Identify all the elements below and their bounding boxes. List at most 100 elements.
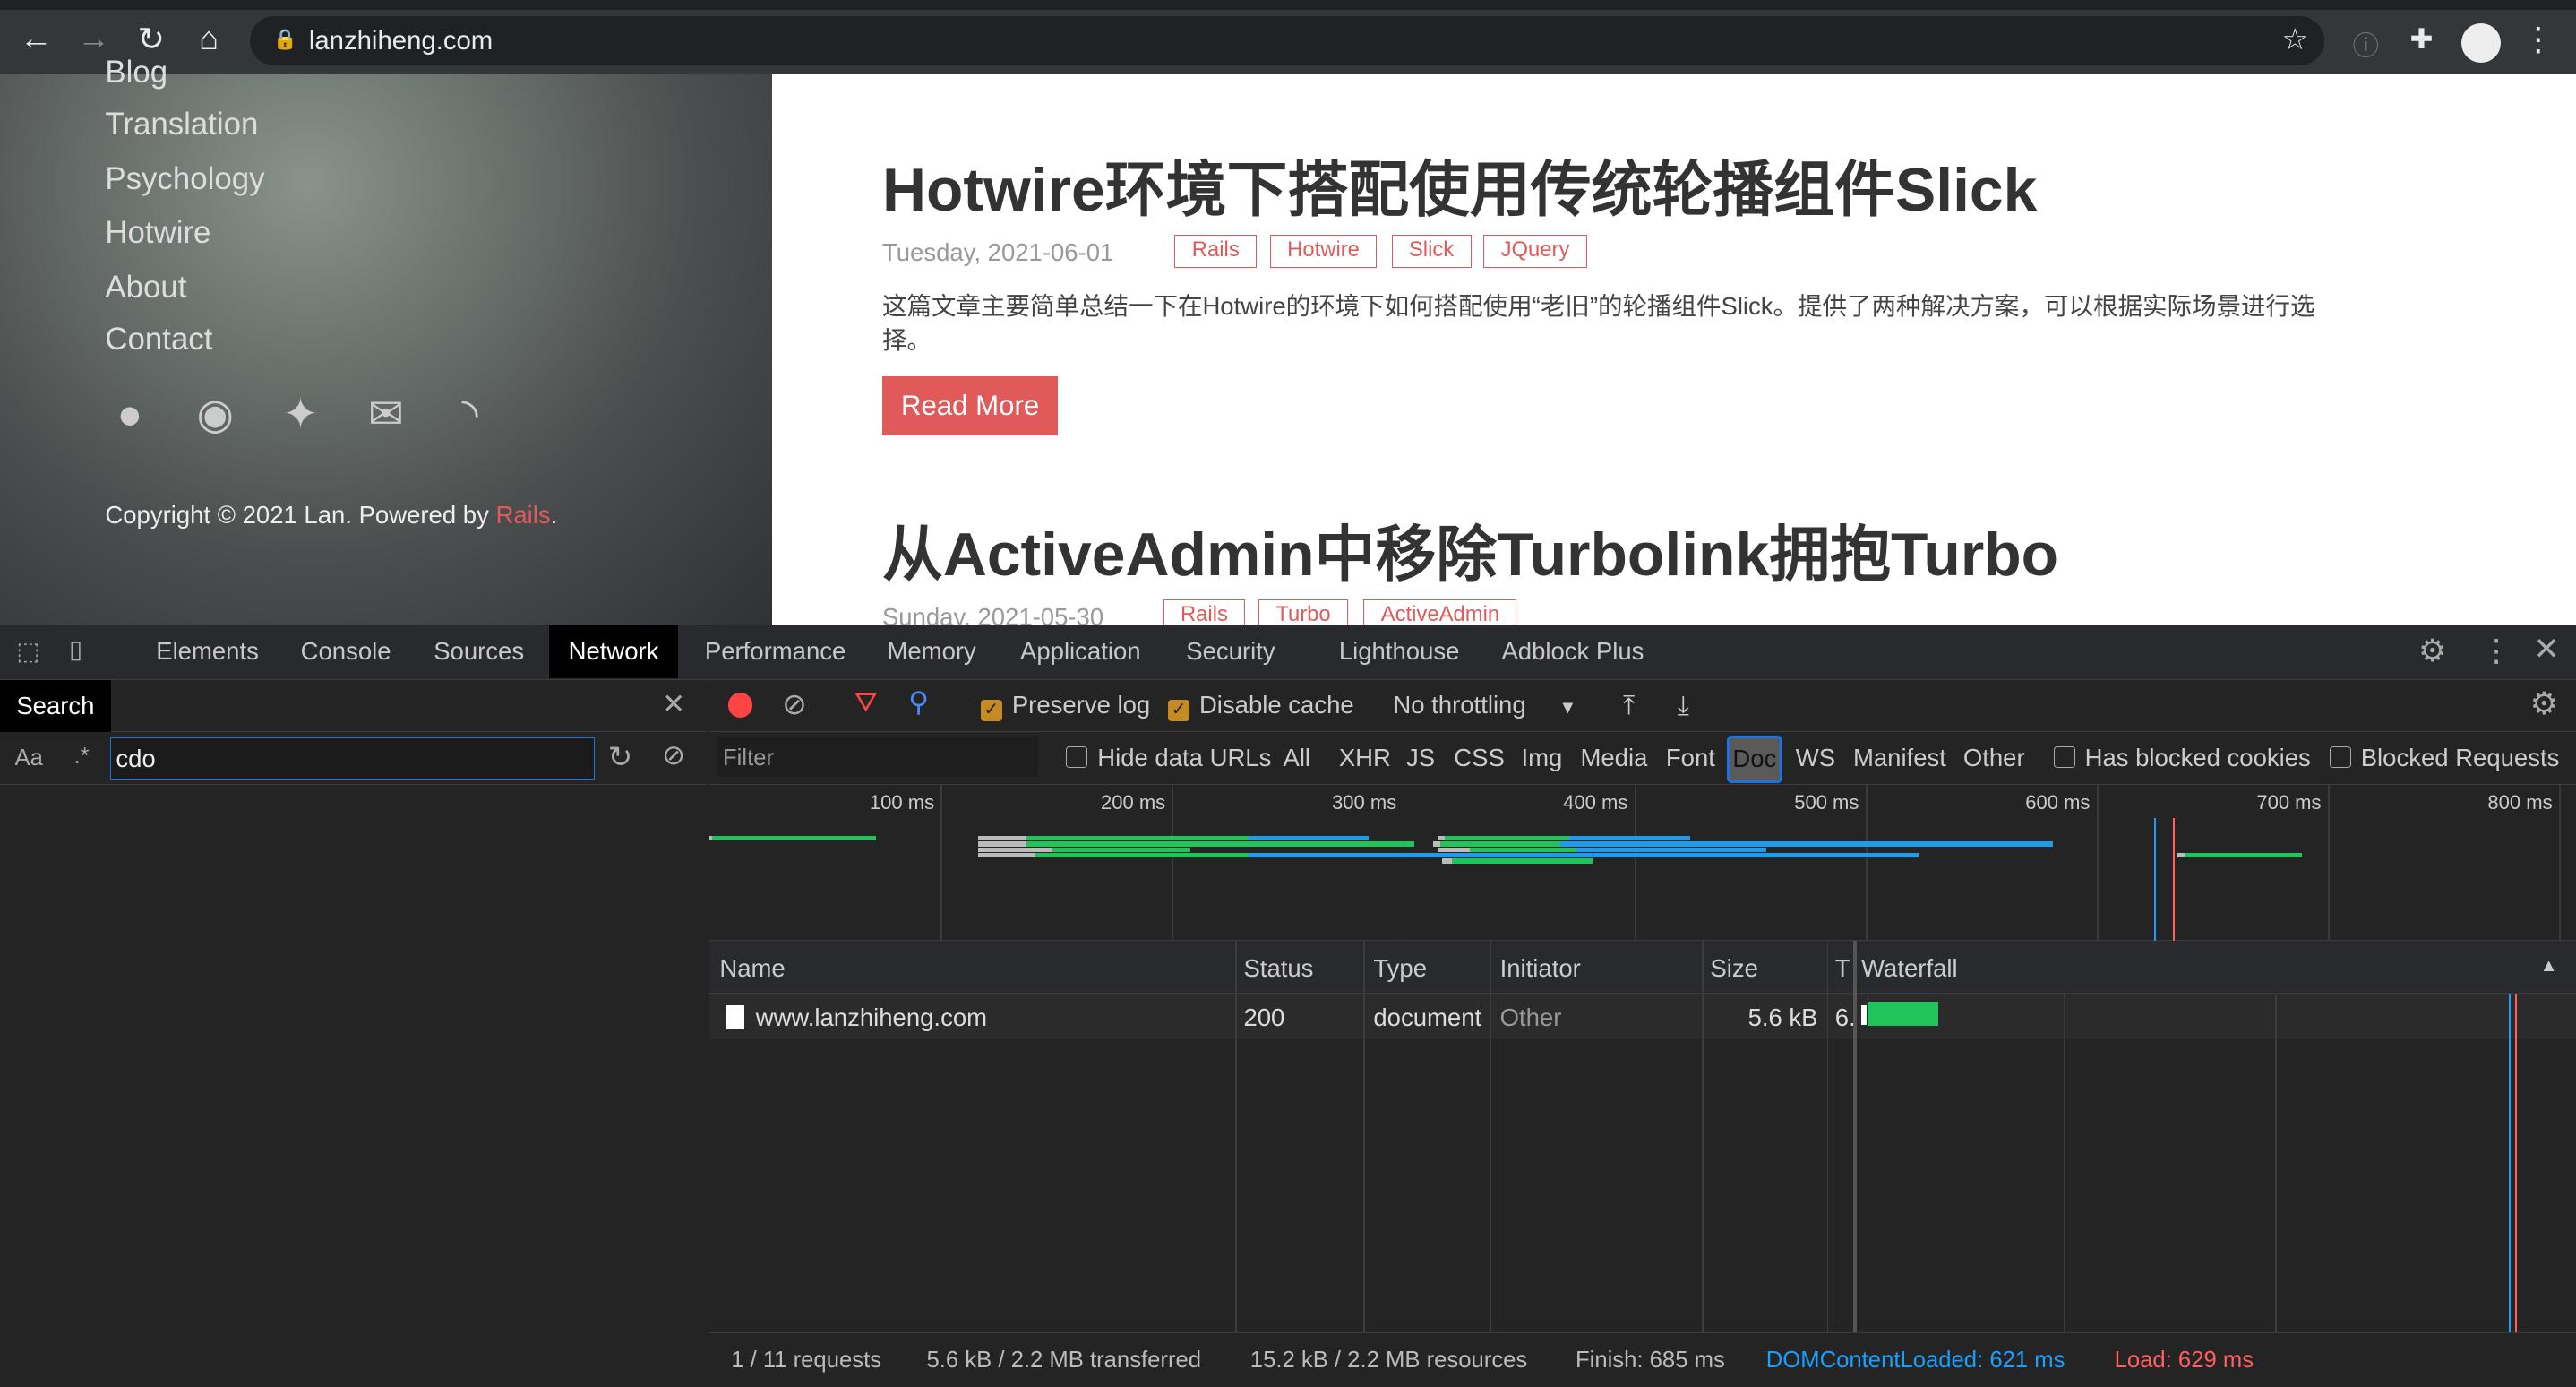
throttling-select[interactable]: No throttling ▼ [1393,691,1576,719]
col-size[interactable]: Size [1710,954,1758,983]
refresh-search-icon[interactable]: ↻ [608,739,633,774]
tag[interactable]: Rails [1174,235,1258,268]
twitter-icon[interactable]: ✦ [274,390,327,443]
col-status[interactable]: Status [1243,954,1313,983]
type-manifest[interactable]: Manifest [1853,744,1946,772]
tab-console[interactable]: Console [281,625,411,678]
checkbox-unchecked[interactable] [2053,746,2075,768]
device-toggle-icon[interactable]: ▯ [69,635,82,664]
col-initiator[interactable]: Initiator [1500,954,1581,983]
checkbox-unchecked[interactable] [2329,746,2351,768]
tab-performance[interactable]: Performance [685,625,865,678]
nav-blog[interactable]: Blog [105,55,167,90]
read-more-button[interactable]: Read More [881,376,1059,436]
request-initiator: Other [1499,1003,1562,1031]
extensions-icon[interactable]: ✚ [2402,23,2442,56]
kebab-menu-icon[interactable]: ⋮ [2519,20,2558,58]
import-har-icon[interactable]: ⤒ [1623,691,1635,721]
filter-icon[interactable]: ⛛ [854,686,878,719]
request-name[interactable]: www.lanzhiheng.com [756,1004,987,1032]
nav-translation[interactable]: Translation [105,107,258,142]
tag[interactable]: Hotwire [1269,235,1378,268]
rails-link[interactable]: Rails [495,501,550,529]
settings-icon[interactable]: ⚙ [2418,633,2446,669]
table-row[interactable]: www.lanzhiheng.com 200 document Other 5.… [709,993,2576,1040]
star-icon[interactable]: ☆ [2281,22,2308,56]
filter-input[interactable]: Filter [716,737,1039,777]
tab-lighthouse[interactable]: Lighthouse [1319,625,1480,678]
overview-timeline[interactable]: 100 ms 200 ms 300 ms 400 ms 500 ms 600 ms 700 … [709,784,2576,942]
tag[interactable]: JQuery [1483,235,1587,268]
search-tab[interactable]: Search [0,679,111,733]
checkbox-checked[interactable]: ✓ [981,700,1002,721]
tab-application[interactable]: Application [1000,625,1161,678]
tab-sources[interactable]: Sources [414,625,544,678]
disable-cache-checkbox[interactable]: ✓ Disable cache [1168,691,1354,721]
col-waterfall[interactable]: Waterfall [1861,954,1957,983]
overview-tick-label: 700 ms [2256,791,2322,814]
network-settings-icon[interactable]: ⚙ [2530,686,2558,722]
col-type[interactable]: Type [1373,954,1427,983]
tab-security[interactable]: Security [1166,625,1294,678]
github-icon[interactable]: ● [104,390,157,443]
type-xhr[interactable]: XHR [1339,744,1391,772]
checkbox-unchecked[interactable] [1066,746,1088,768]
clear-icon[interactable]: ⊘ [782,686,807,721]
hide-data-urls-checkbox[interactable]: Hide data URLs [1066,744,1271,772]
clear-search-icon[interactable]: ⊘ [662,739,685,771]
close-search-icon[interactable]: ✕ [662,688,685,720]
record-icon[interactable] [727,693,753,718]
avatar[interactable] [2460,22,2501,63]
export-har-icon[interactable]: ⤓ [1678,691,1689,721]
address-bar[interactable]: 🔒 lanzhiheng.com ☆ [249,16,2325,66]
type-css[interactable]: CSS [1454,744,1505,772]
filter-bar: Filter Hide data URLs All XHR JS CSS Img… [709,732,2576,785]
post-title[interactable]: Hotwire环境下搭配使用传统轮播组件Slick [882,140,2037,228]
match-case-toggle[interactable]: Aa [15,745,43,771]
type-js[interactable]: JS [1406,744,1435,772]
type-other[interactable]: Other [1963,744,2025,772]
home-icon[interactable]: ⌂ [189,20,228,57]
dom-content-loaded-line [2508,993,2511,1332]
col-time[interactable]: T [1835,954,1850,983]
request-status: 200 [1243,1003,1285,1031]
nav-about[interactable]: About [105,270,186,306]
overview-request-bar [2177,852,2185,858]
tab-memory[interactable]: Memory [867,625,995,678]
forward-icon[interactable]: → [74,20,114,57]
nav-hotwire[interactable]: Hotwire [105,215,210,251]
rss-icon[interactable]: ◝ [443,390,496,443]
close-devtools-icon[interactable]: ✕ [2533,632,2559,668]
tab-elements[interactable]: Elements [136,625,279,678]
waterfall-queue [1861,1004,1867,1025]
type-font[interactable]: Font [1666,744,1715,772]
tab-network[interactable]: Network [548,625,679,678]
search-input[interactable]: cdo [109,737,595,780]
mail-icon[interactable]: ✉ [360,390,413,443]
col-name[interactable]: Name [719,954,785,983]
preserve-log-checkbox[interactable]: ✓ Preserve log [981,691,1150,721]
info-icon[interactable]: ⓘ [2346,25,2385,63]
post-title[interactable]: 从ActiveAdmin中移除Turbolink拥抱Turbo [882,504,2058,593]
blocked-requests-checkbox[interactable]: Blocked Requests [2329,744,2559,772]
tag[interactable]: Slick [1391,235,1472,268]
back-icon[interactable]: ← [16,20,56,57]
hide-data-urls-label: Hide data URLs [1097,744,1272,772]
type-media[interactable]: Media [1580,744,1647,772]
more-icon[interactable]: ⋮ [2481,633,2512,669]
sort-asc-icon[interactable]: ▲ [2540,956,2558,977]
has-blocked-cookies-checkbox[interactable]: Has blocked cookies [2053,744,2311,772]
type-img[interactable]: Img [1521,744,1562,772]
type-doc[interactable]: Doc [1726,735,1782,783]
weibo-icon[interactable]: ◉ [189,390,242,443]
type-all[interactable]: All [1283,744,1310,772]
reload-icon[interactable]: ↻ [132,20,171,58]
nav-contact[interactable]: Contact [105,322,212,358]
search-icon[interactable]: ⚲ [908,686,929,719]
nav-psychology[interactable]: Psychology [105,161,264,197]
type-ws[interactable]: WS [1796,744,1835,772]
tab-adblock-plus[interactable]: Adblock Plus [1481,625,1663,678]
regex-toggle[interactable]: .* [74,744,90,770]
inspect-icon[interactable]: ⬚ [16,637,39,666]
checkbox-checked[interactable]: ✓ [1168,700,1189,721]
